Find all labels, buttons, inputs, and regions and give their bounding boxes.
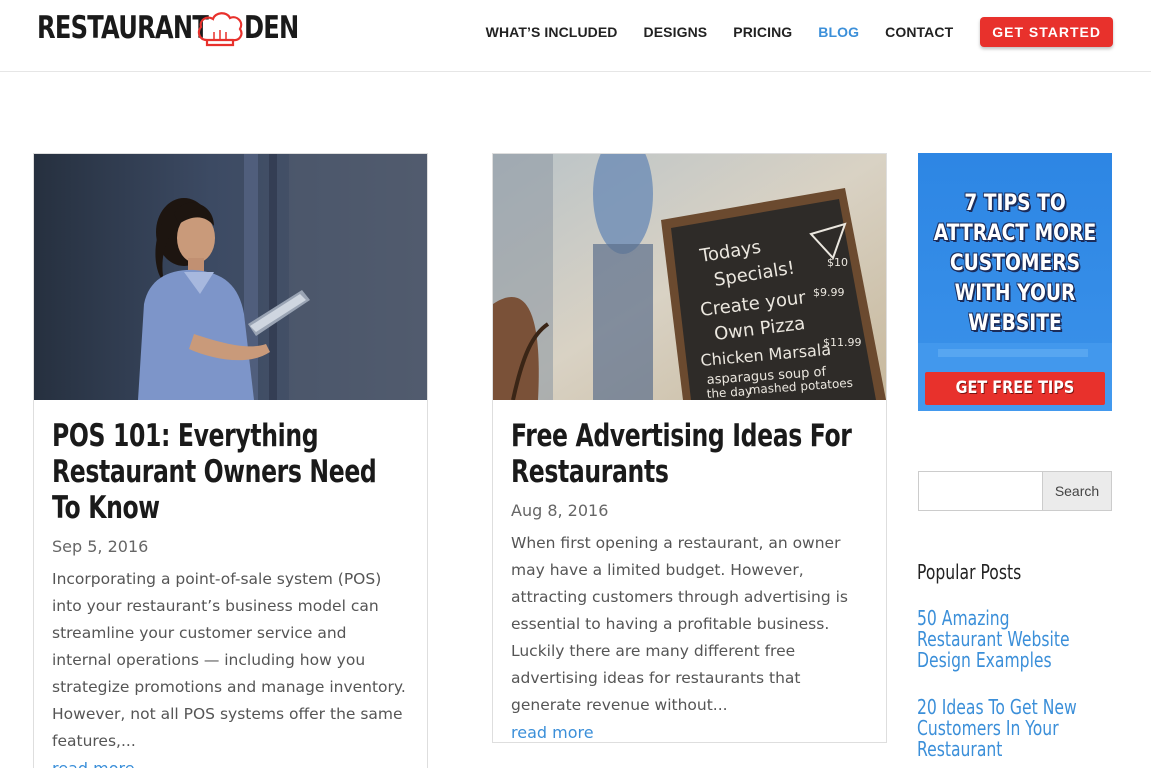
woman-with-tablet-image (34, 154, 427, 400)
nav-whats-included[interactable]: WHAT’S INCLUDED (486, 24, 618, 40)
search-widget: Search (918, 471, 1112, 511)
ad-headline: 7 TIPS TO ATTRACT MORE CUSTOMERS WITH YO… (933, 191, 1097, 336)
get-free-tips-button[interactable]: GET FREE TIPS NOW (925, 372, 1105, 405)
nav-blog[interactable]: BLOG (818, 24, 859, 40)
post-date: Sep 5, 2016 (52, 537, 149, 556)
get-started-button[interactable]: GET STARTED (980, 17, 1113, 47)
search-input[interactable] (918, 471, 1042, 511)
read-more-link[interactable]: read more (52, 755, 409, 768)
site-header: RESTAURANT DEN WHAT’S INCLUDED DESIGNS P… (0, 0, 1151, 72)
chef-hat-icon (197, 12, 243, 47)
chalkboard-price-2: $11.99 (823, 336, 862, 349)
nav-contact[interactable]: CONTACT (885, 24, 953, 40)
popular-posts-heading: Popular Posts (917, 560, 1022, 584)
post-title[interactable]: Free Advertising Ideas For Restaurants (511, 418, 868, 490)
nav-pricing[interactable]: PRICING (733, 24, 792, 40)
chalkboard-day: the day (706, 384, 752, 400)
post-excerpt: When first opening a restaurant, an owne… (511, 534, 848, 714)
post-thumbnail-pos[interactable] (34, 154, 427, 400)
popular-posts-list: 50 Amazing Restaurant Website Design Exa… (917, 608, 1147, 768)
post-thumbnail-advertising[interactable]: Todays Specials! Create your Own Pizza C… (493, 154, 886, 400)
free-tips-ad-banner[interactable]: 7 TIPS TO ATTRACT MORE CUSTOMERS WITH YO… (918, 153, 1112, 411)
nav-designs[interactable]: DESIGNS (644, 24, 708, 40)
chalkboard-price-1: $9.99 (813, 286, 845, 299)
popular-post-link[interactable]: 20 Ideas To Get New Customers In Your Re… (917, 697, 1096, 760)
post-excerpt: Incorporating a point-of-sale system (PO… (52, 570, 406, 750)
chalkboard-price-3: $10 (827, 256, 848, 269)
read-more-link[interactable]: read more (511, 719, 868, 746)
blog-post-card: Todays Specials! Create your Own Pizza C… (492, 153, 887, 743)
post-title[interactable]: POS 101: Everything Restaurant Owners Ne… (52, 418, 409, 526)
logo-text-restaurant: RESTAURANT (37, 10, 209, 46)
blog-post-card: POS 101: Everything Restaurant Owners Ne… (33, 153, 428, 768)
main-nav: WHAT’S INCLUDED DESIGNS PRICING BLOG CON… (460, 17, 1113, 47)
chalkboard-sign-image: Todays Specials! Create your Own Pizza C… (493, 154, 886, 400)
post-date: Aug 8, 2016 (511, 501, 609, 520)
search-button[interactable]: Search (1042, 471, 1112, 511)
popular-post-link[interactable]: 50 Amazing Restaurant Website Design Exa… (917, 608, 1096, 671)
ad-button-label: GET FREE TIPS NOW (955, 378, 1075, 398)
logo-text-den: DEN (244, 10, 299, 46)
